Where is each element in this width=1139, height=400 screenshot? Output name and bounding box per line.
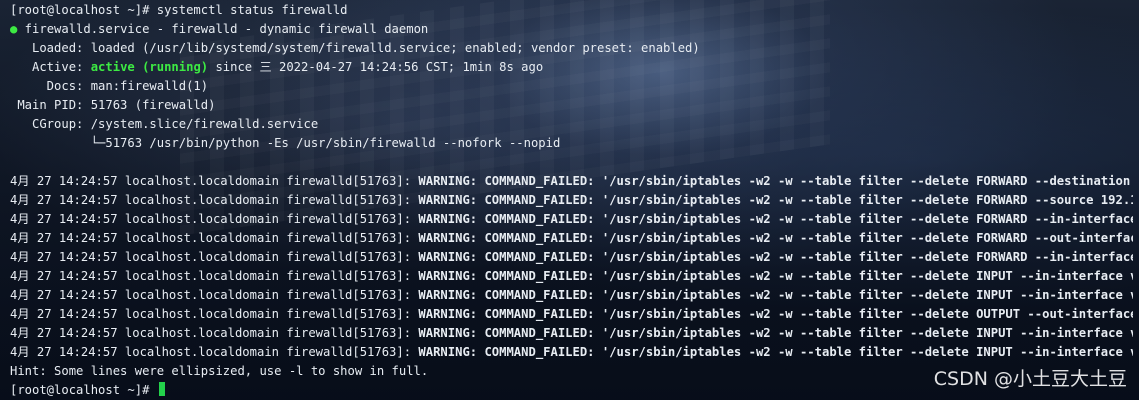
log-prefix: 4月 27 14:24:57 localhost.localdomain fir… <box>10 250 419 264</box>
log-line: 4月 27 14:24:57 localhost.localdomain fir… <box>10 248 1133 267</box>
docs-line: Docs: man:firewalld(1) <box>10 79 209 93</box>
log-prefix: 4月 27 14:24:57 localhost.localdomain fir… <box>10 174 419 188</box>
active-since: since 三 2022-04-27 14:24:56 CST; 1min 8s… <box>208 60 544 74</box>
log-message: WARNING: COMMAND_FAILED: '/usr/sbin/ipta… <box>418 231 1133 245</box>
shell-prompt: [root@localhost ~]# <box>10 383 157 397</box>
unit-description: firewalld.service - firewalld - dynamic … <box>17 22 429 36</box>
csdn-watermark: CSDN @小土豆大土豆 <box>933 368 1127 390</box>
log-message: WARNING: COMMAND_FAILED: '/usr/sbin/ipta… <box>418 269 1133 283</box>
log-line: 4月 27 14:24:57 localhost.localdomain fir… <box>10 191 1133 210</box>
log-prefix: 4月 27 14:24:57 localhost.localdomain fir… <box>10 326 419 340</box>
log-message: WARNING: COMMAND_FAILED: '/usr/sbin/ipta… <box>418 212 1133 226</box>
shell-prompt: [root@localhost ~]# <box>10 3 157 17</box>
unit-line: ● firewalld.service - firewalld - dynami… <box>10 20 1133 39</box>
active-line: Active: active (running) since 三 2022-04… <box>10 58 1133 77</box>
log-line: 4月 27 14:24:57 localhost.localdomain fir… <box>10 172 1133 191</box>
log-line: 4月 27 14:24:57 localhost.localdomain fir… <box>10 267 1133 286</box>
main-pid-line: Main PID: 51763 (firewalld) <box>10 98 216 112</box>
log-line: 4月 27 14:24:57 localhost.localdomain fir… <box>10 324 1133 343</box>
terminal-output: [root@localhost ~]# systemctl status fir… <box>10 1 1133 400</box>
log-prefix: 4月 27 14:24:57 localhost.localdomain fir… <box>10 345 419 359</box>
log-message: WARNING: COMMAND_FAILED: '/usr/sbin/ipta… <box>418 326 1133 340</box>
log-message: WARNING: COMMAND_FAILED: '/usr/sbin/ipta… <box>418 288 1133 302</box>
cgroup-line: CGroup: /system.slice/firewalld.service <box>10 117 319 131</box>
log-message: WARNING: COMMAND_FAILED: '/usr/sbin/ipta… <box>418 193 1133 207</box>
loaded-line: Loaded: loaded (/usr/lib/systemd/system/… <box>10 39 1133 58</box>
log-message: WARNING: COMMAND_FAILED: '/usr/sbin/ipta… <box>418 307 1133 321</box>
log-message: WARNING: COMMAND_FAILED: '/usr/sbin/ipta… <box>418 250 1133 264</box>
log-prefix: 4月 27 14:24:57 localhost.localdomain fir… <box>10 307 419 321</box>
loaded-label: Loaded: <box>10 41 91 55</box>
log-line: 4月 27 14:24:57 localhost.localdomain fir… <box>10 286 1133 305</box>
log-line: 4月 27 14:24:57 localhost.localdomain fir… <box>10 210 1133 229</box>
text-cursor[interactable] <box>158 382 165 396</box>
log-prefix: 4月 27 14:24:57 localhost.localdomain fir… <box>10 288 419 302</box>
command-line: [root@localhost ~]# systemctl status fir… <box>10 1 1133 20</box>
active-state: active (running) <box>90 60 209 74</box>
log-line: 4月 27 14:24:57 localhost.localdomain fir… <box>10 229 1133 248</box>
log-message: WARNING: COMMAND_FAILED: '/usr/sbin/ipta… <box>418 345 1133 359</box>
log-line: 4月 27 14:24:57 localhost.localdomain fir… <box>10 343 1133 362</box>
active-label: Active: <box>10 60 91 74</box>
log-line: 4月 27 14:24:57 localhost.localdomain fir… <box>10 305 1133 324</box>
log-prefix: 4月 27 14:24:57 localhost.localdomain fir… <box>10 269 419 283</box>
terminal-window[interactable]: [root@localhost ~]# systemctl status fir… <box>0 0 1139 400</box>
log-prefix: 4月 27 14:24:57 localhost.localdomain fir… <box>10 193 419 207</box>
log-prefix: 4月 27 14:24:57 localhost.localdomain fir… <box>10 231 419 245</box>
loaded-value: loaded (/usr/lib/systemd/system/firewall… <box>90 41 700 55</box>
cgroup-process-line: └─51763 /usr/bin/python -Es /usr/sbin/fi… <box>10 136 561 150</box>
command-text: systemctl status firewalld <box>156 3 348 17</box>
log-message: WARNING: COMMAND_FAILED: '/usr/sbin/ipta… <box>418 174 1131 188</box>
log-prefix: 4月 27 14:24:57 localhost.localdomain fir… <box>10 212 419 226</box>
